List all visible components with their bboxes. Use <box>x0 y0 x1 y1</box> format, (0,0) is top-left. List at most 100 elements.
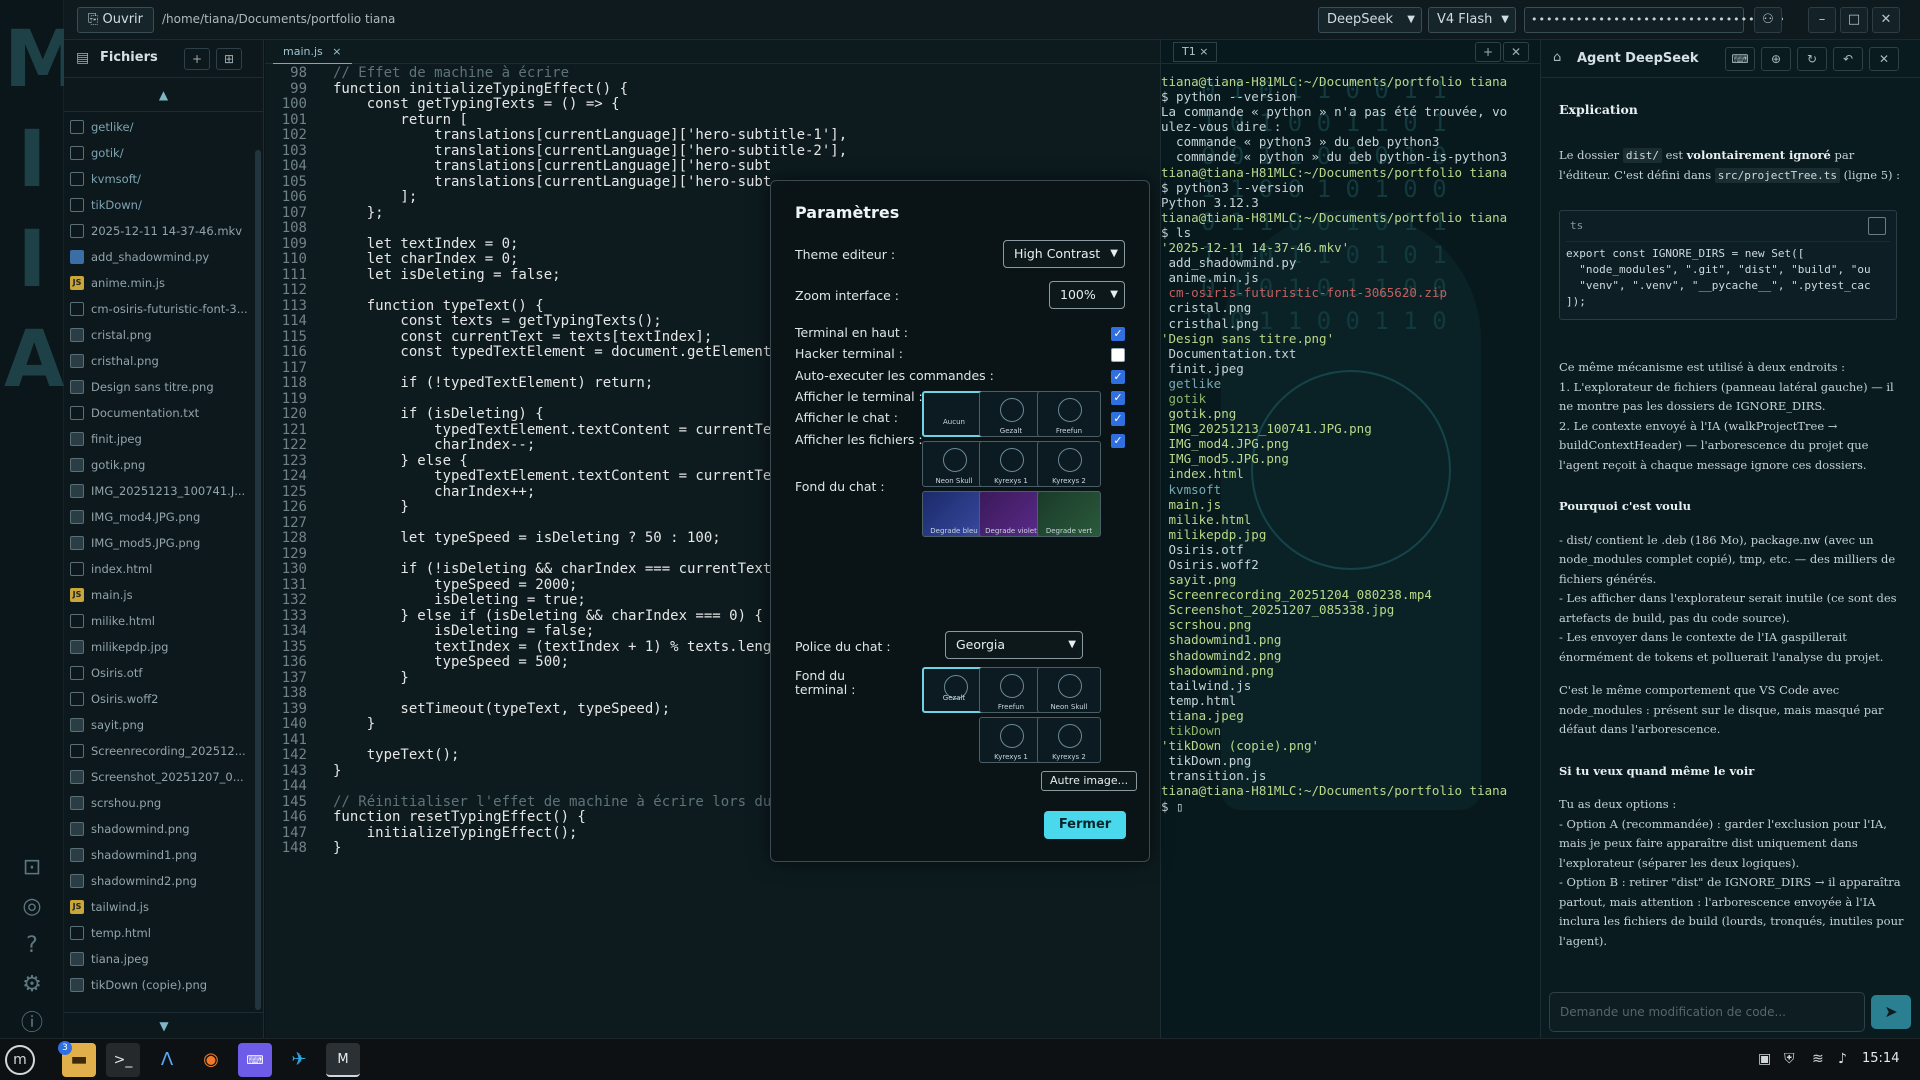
font-select[interactable]: Georgia ▼ <box>945 631 1083 659</box>
broadcast-icon[interactable]: ◎ <box>14 889 50 925</box>
background-option[interactable]: Neon Skull <box>922 441 986 487</box>
file-item[interactable]: Osiris.woff2 <box>64 686 254 712</box>
file-item[interactable]: Osiris.otf <box>64 660 254 686</box>
background-option[interactable]: Freefun <box>1037 391 1101 437</box>
file-item[interactable]: Design sans titre.png <box>64 374 254 400</box>
file-item[interactable]: milikepdp.jpg <box>64 634 254 660</box>
background-option[interactable]: Freefun <box>979 667 1043 713</box>
folder-item[interactable]: kvmsoft/ <box>64 166 254 192</box>
file-item[interactable]: IMG_mod5.JPG.png <box>64 530 254 556</box>
other-image-button[interactable]: Autre image... <box>1041 771 1138 791</box>
terminal-output[interactable]: tiana@tiana-H81MLC:~/Documents/portfolio… <box>1161 74 1540 814</box>
scroll-up-arrow-icon[interactable]: ▲ <box>64 78 263 112</box>
file-item[interactable]: finit.jpeg <box>64 426 254 452</box>
file-item[interactable]: 2025-12-11 14-37-46.mkv <box>64 218 254 244</box>
file-item[interactable]: IMG_20251213_100741.J... <box>64 478 254 504</box>
folder-item[interactable]: tikDown/ <box>64 192 254 218</box>
api-key-input[interactable]: •••••••••••••••••••••••••••••••••• <box>1524 7 1785 33</box>
close-tab-icon[interactable]: × <box>332 45 341 58</box>
open-folder-button[interactable]: ⎘ Ouvrir <box>77 7 155 33</box>
file-item[interactable]: milike.html <box>64 608 254 634</box>
terminal-tab-t1[interactable]: T1 × <box>1173 42 1218 62</box>
terminal-panel[interactable]: T1 × + ✕ 0 1 0 1 1 0 0 1 1 1 0 1 0 0 1 1… <box>1160 40 1540 1038</box>
toggle-checkbox[interactable]: ✓ <box>1111 327 1125 341</box>
undo-icon[interactable]: ↶ <box>1833 47 1863 71</box>
shield-icon[interactable]: ⛨ <box>1784 1051 1795 1067</box>
volume-icon[interactable]: ♪ <box>1838 1051 1847 1067</box>
history-icon[interactable]: ↻ <box>1797 47 1827 71</box>
file-item[interactable]: cristhal.png <box>64 348 254 374</box>
toggle-checkbox[interactable]: ✓ <box>1111 369 1125 384</box>
folder-item[interactable]: gotik/ <box>64 140 254 166</box>
file-item[interactable]: sayit.png <box>64 712 254 738</box>
info-icon[interactable]: ⓘ <box>14 1006 50 1042</box>
file-item[interactable]: temp.html <box>64 920 254 946</box>
file-item[interactable]: cristal.png <box>64 322 254 348</box>
file-item[interactable]: Screenshot_20251207_0... <box>64 764 254 790</box>
send-icon[interactable]: ➤ <box>1871 995 1911 1029</box>
file-item[interactable]: cm-osiris-futuristic-font-3... <box>64 296 254 322</box>
theme-select[interactable]: High Contrast ▼ <box>1003 240 1125 268</box>
terminal-toggle-icon[interactable]: ⌨ <box>1725 47 1755 71</box>
new-folder-icon[interactable]: ⊞ <box>216 48 242 70</box>
firefox-icon[interactable]: ◉ <box>194 1043 228 1077</box>
file-item[interactable]: tikDown (copie).png <box>64 972 254 998</box>
clipboard-icon[interactable]: ▣ <box>1758 1051 1771 1067</box>
background-option[interactable]: Degrade vert <box>1037 491 1101 537</box>
file-item[interactable]: shadowmind2.png <box>64 868 254 894</box>
background-option[interactable]: Degrade violet <box>979 491 1043 537</box>
file-item[interactable]: IMG_mod4.JPG.png <box>64 504 254 530</box>
toggle-checkbox[interactable]: ✓ <box>1111 412 1125 427</box>
toggle-checkbox[interactable] <box>1111 348 1125 363</box>
background-option[interactable]: Aucun <box>922 391 986 437</box>
user-settings-icon[interactable]: ⚇ <box>1754 7 1782 33</box>
provider-select[interactable]: DeepSeek ▼ <box>1318 7 1422 33</box>
file-item[interactable]: Documentation.txt <box>64 400 254 426</box>
file-item[interactable]: gotik.png <box>64 452 254 478</box>
tab-main-js[interactable]: main.js × <box>273 40 352 64</box>
help-icon[interactable]: ? <box>14 928 50 964</box>
folder-item[interactable]: getlike/ <box>64 114 254 140</box>
file-item[interactable]: JS tailwind.js <box>64 894 254 920</box>
new-file-icon[interactable]: + <box>184 48 210 70</box>
close-terminal-icon[interactable]: ✕ <box>1503 42 1529 62</box>
model-select[interactable]: V4 Flash ▼ <box>1428 7 1516 33</box>
maximize-button[interactable]: □ <box>1840 7 1868 33</box>
file-item[interactable]: scrshou.png <box>64 790 254 816</box>
background-option[interactable]: Degrade bleu <box>922 491 986 537</box>
background-option[interactable]: Gezalt <box>979 391 1043 437</box>
file-item[interactable]: add_shadowmind.py <box>64 244 254 270</box>
background-option[interactable]: Neon Skull <box>1037 667 1101 713</box>
background-option[interactable]: Gezalt <box>922 667 986 713</box>
background-option[interactable]: Kyrexys 1 <box>979 717 1043 763</box>
minimize-button[interactable]: – <box>1808 7 1836 33</box>
file-item[interactable]: Screenrecording_202512... <box>64 738 254 764</box>
toggle-checkbox[interactable]: ✓ <box>1111 390 1125 405</box>
add-terminal-icon[interactable]: + <box>1475 42 1501 62</box>
close-settings-button[interactable]: Fermer <box>1044 811 1126 839</box>
background-option[interactable]: Kyrexys 2 <box>1037 441 1101 487</box>
close-window-button[interactable]: ✕ <box>1872 7 1900 33</box>
copy-icon[interactable] <box>1868 217 1886 235</box>
toggle-checkbox[interactable]: ✓ <box>1111 433 1125 448</box>
file-item[interactable]: shadowmind1.png <box>64 842 254 868</box>
chat-input[interactable]: Demande une modification de code... <box>1549 992 1865 1032</box>
close-chat-icon[interactable]: ✕ <box>1869 47 1899 71</box>
zoom-select[interactable]: 100% ▼ <box>1049 281 1125 309</box>
add-context-icon[interactable]: ⊕ <box>1761 47 1791 71</box>
scroll-down-arrow-icon[interactable]: ▼ <box>64 1012 264 1038</box>
file-item[interactable]: JS main.js <box>64 582 254 608</box>
close-terminal-tab-icon[interactable]: × <box>1199 45 1208 58</box>
file-list-scrollbar[interactable] <box>255 150 261 1010</box>
file-item[interactable]: JS anime.min.js <box>64 270 254 296</box>
file-item[interactable]: index.html <box>64 556 254 582</box>
file-item[interactable]: tiana.jpeg <box>64 946 254 972</box>
keyboard-app-icon[interactable]: ⌨ <box>238 1043 272 1077</box>
background-option[interactable]: Kyrexys 2 <box>1037 717 1101 763</box>
terminal-app-icon[interactable]: >_ <box>106 1043 140 1077</box>
settings-gear-icon[interactable]: ⚙ <box>14 967 50 1003</box>
start-menu-icon[interactable]: m <box>5 1045 35 1075</box>
miia-app-icon[interactable]: M <box>326 1043 360 1077</box>
robot-icon[interactable]: ⊡ <box>14 850 50 886</box>
telegram-icon[interactable]: ✈ <box>282 1043 316 1077</box>
